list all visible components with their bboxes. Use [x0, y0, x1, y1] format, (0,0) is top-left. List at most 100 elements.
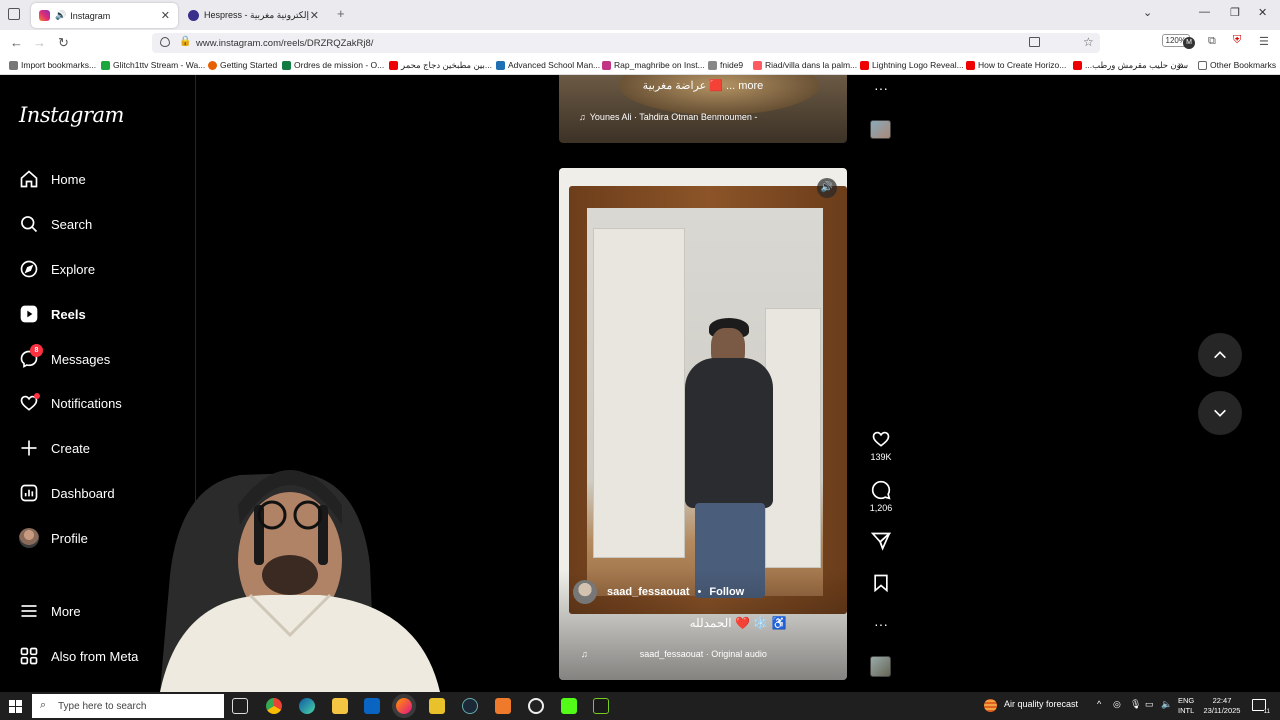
- windows-taskbar: ⌕ Type here to search Air quality foreca…: [0, 692, 1280, 720]
- microphone-icon[interactable]: 🎙: [1130, 699, 1141, 710]
- more-options-icon[interactable]: ···: [866, 80, 896, 96]
- follow-button[interactable]: Follow: [709, 586, 744, 598]
- plus-icon: [19, 438, 39, 458]
- bookmark-item[interactable]: How to Create Horizo...: [966, 60, 1066, 70]
- file-explorer-icon[interactable]: [332, 698, 348, 714]
- instagram-logo[interactable]: Instagram: [19, 103, 124, 127]
- heart-icon: [19, 393, 40, 413]
- ublock-icon[interactable]: ⛨: [1233, 34, 1241, 47]
- tab-list-icon[interactable]: [8, 8, 20, 20]
- notification-center-icon[interactable]: 11: [1252, 699, 1270, 715]
- star-icon[interactable]: ☆: [1083, 35, 1094, 49]
- minimize-button[interactable]: —: [1199, 6, 1210, 18]
- firefox-icon[interactable]: [396, 698, 412, 714]
- author-username[interactable]: saad_fessaouat: [607, 586, 690, 598]
- screenshot-icon[interactable]: [1029, 37, 1040, 47]
- bookmark-item[interactable]: Getting Started: [208, 60, 277, 70]
- comment-button[interactable]: 1,206: [866, 480, 896, 513]
- sidebar-item-search[interactable]: Search: [19, 211, 92, 237]
- reel-audio[interactable]: ♫ saad_fessaouat · Original audio: [581, 649, 841, 659]
- close-tab-icon[interactable]: ✕: [161, 9, 170, 22]
- restore-button[interactable]: ❐: [1230, 6, 1240, 19]
- bookmark-item[interactable]: Lightning Logo Reveal...: [860, 60, 964, 70]
- bookmarks-overflow-icon[interactable]: »: [1178, 60, 1184, 71]
- menu-icon[interactable]: ☰: [1259, 35, 1269, 48]
- reload-icon[interactable]: ↻: [58, 35, 69, 51]
- video-scene: [587, 208, 823, 598]
- language-indicator[interactable]: ENG INTL: [1178, 696, 1194, 716]
- next-reel-button[interactable]: [1198, 391, 1242, 435]
- task-view-icon[interactable]: [232, 698, 248, 714]
- previous-reel[interactable]: عراضة مغربية 🟥 ... more ♫ Younes Ali · T…: [559, 75, 847, 143]
- author-avatar[interactable]: [573, 580, 597, 604]
- account-icon[interactable]: M: [1183, 37, 1195, 49]
- sidebar-item-profile[interactable]: Profile: [19, 525, 88, 551]
- clock[interactable]: 22:47 23/11/2025: [1201, 696, 1243, 716]
- kick-icon[interactable]: [561, 698, 577, 714]
- bookmark-item[interactable]: ...سون حليب مقرمش ورطب: [1073, 60, 1188, 71]
- volume-tray-icon[interactable]: 🔈: [1161, 699, 1172, 710]
- reel-video[interactable]: 🔊 saad_fessaouat • Follow الحمدلله ❤️ ❄️…: [559, 168, 847, 680]
- address-bar[interactable]: 🔒 www.instagram.com/reels/DRZRQZakRj8/: [152, 33, 1100, 53]
- steam-icon[interactable]: [462, 698, 478, 714]
- tab-instagram[interactable]: 🔊 Instagram ✕: [31, 3, 178, 28]
- extensions-icon[interactable]: ⧉: [1208, 35, 1216, 48]
- lock-icon[interactable]: 🔒: [179, 36, 191, 47]
- reel-caption: الحمدلله ❤️ ❄️ ♿: [689, 616, 787, 630]
- forward-icon[interactable]: →: [33, 35, 46, 50]
- volume-icon[interactable]: 🔊: [817, 178, 837, 198]
- back-icon[interactable]: ←: [10, 35, 23, 50]
- sidebar-item-explore[interactable]: Explore: [19, 256, 95, 282]
- hamburger-icon: [19, 601, 39, 621]
- like-button[interactable]: 139K: [866, 429, 896, 462]
- bookmark-item[interactable]: بين مطبخين دجاج محمر...: [389, 60, 492, 71]
- separator: •: [697, 586, 702, 598]
- audio-thumbnail[interactable]: [870, 656, 891, 677]
- bookmarks-bar: Import bookmarks... Glitch1ttv Stream - …: [0, 56, 1280, 75]
- close-tab-icon[interactable]: ✕: [310, 9, 319, 22]
- bookmark-item[interactable]: Riad/villa dans la palm...: [753, 60, 857, 70]
- sidebar-item-create[interactable]: Create: [19, 435, 90, 461]
- sidebar-item-more[interactable]: More: [19, 598, 81, 624]
- bookmark-item[interactable]: Rap_maghribe on Inst...: [602, 60, 705, 70]
- chrome-icon[interactable]: [266, 698, 282, 714]
- shield-icon[interactable]: [160, 37, 170, 47]
- bookmark-icon: [874, 574, 888, 593]
- bookmark-item[interactable]: fnide9: [708, 60, 743, 70]
- edge-icon[interactable]: [299, 698, 315, 714]
- bookmark-item[interactable]: Advanced School Man...: [496, 60, 600, 70]
- more-options-icon[interactable]: ···: [866, 616, 896, 632]
- app-a-icon[interactable]: [495, 698, 511, 714]
- weather-widget[interactable]: Air quality forecast: [1004, 699, 1078, 709]
- search-icon: [19, 214, 39, 234]
- streamlabs-icon[interactable]: [593, 698, 609, 714]
- air-quality-icon[interactable]: [984, 699, 997, 712]
- outlook-icon[interactable]: [364, 698, 380, 714]
- windows-start-icon[interactable]: [9, 700, 22, 713]
- audio-thumbnail[interactable]: [870, 120, 891, 139]
- share-button[interactable]: [866, 531, 896, 554]
- bookmark-item[interactable]: Import bookmarks...: [9, 60, 96, 70]
- notes-app-icon[interactable]: [429, 698, 445, 714]
- other-bookmarks[interactable]: Other Bookmarks: [1198, 60, 1276, 70]
- previous-reel-button[interactable]: [1198, 333, 1242, 377]
- taskbar-search[interactable]: ⌕ Type here to search: [32, 694, 224, 718]
- bookmark-item[interactable]: Ordres de mission - O...: [282, 60, 384, 70]
- save-button[interactable]: [866, 573, 896, 596]
- sidebar-item-notifications[interactable]: Notifications: [19, 390, 122, 416]
- obs-icon[interactable]: [528, 698, 544, 714]
- network-status-icon[interactable]: ◎: [1113, 699, 1121, 710]
- tab-hespress[interactable]: Hespress - جريدة إلكترونية مغربية ✕: [180, 3, 327, 28]
- sidebar-item-reels[interactable]: Reels: [19, 301, 86, 327]
- sidebar-item-messages[interactable]: 8 Messages: [19, 344, 110, 372]
- bookmark-item[interactable]: Glitch1ttv Stream - Wa...: [101, 60, 205, 70]
- sidebar-item-dashboard[interactable]: Dashboard: [19, 480, 115, 506]
- lang-layout: INTL: [1178, 706, 1195, 715]
- sidebar-item-home[interactable]: Home: [19, 166, 86, 192]
- tab-overflow-icon[interactable]: ⌄: [1143, 6, 1152, 19]
- reel-audio[interactable]: ♫ Younes Ali · Tahdira Otman Benmoumen -: [579, 112, 757, 122]
- battery-icon[interactable]: ▭: [1145, 699, 1154, 710]
- close-window-button[interactable]: ✕: [1258, 6, 1267, 19]
- new-tab-button[interactable]: +: [337, 6, 345, 21]
- tray-overflow-icon[interactable]: ^: [1097, 699, 1101, 709]
